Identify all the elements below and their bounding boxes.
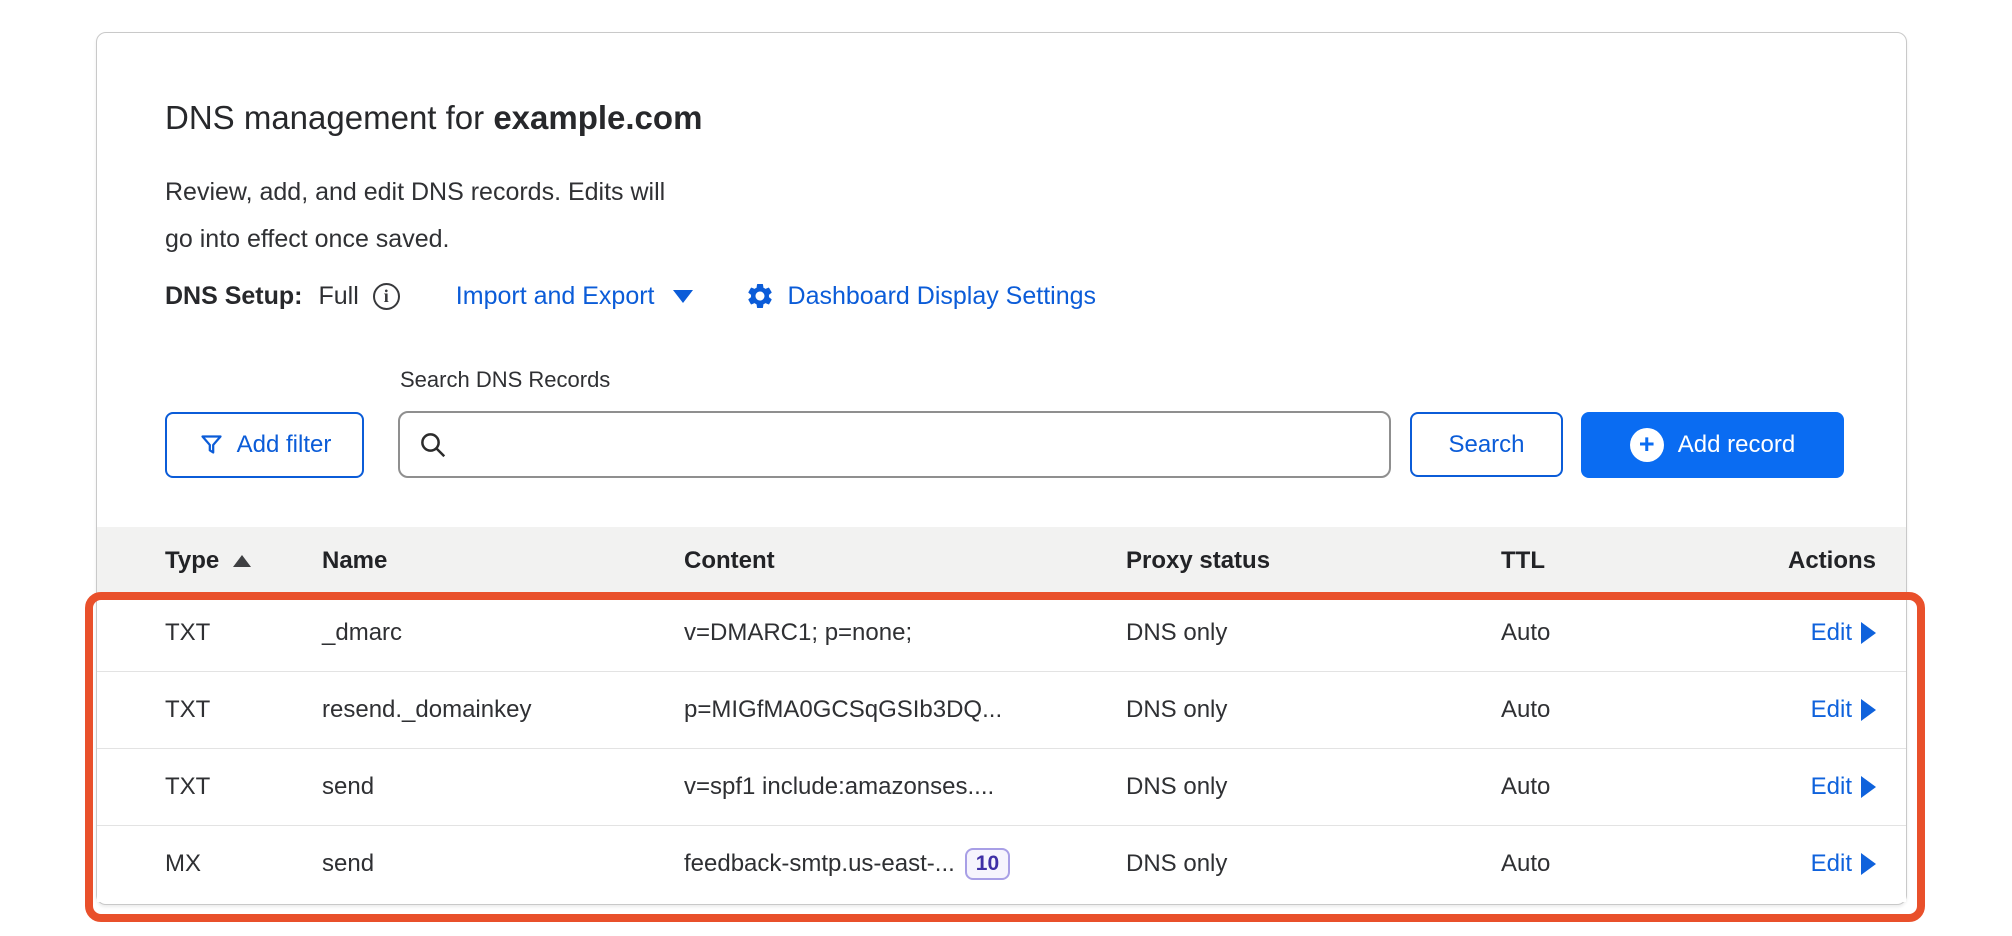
dashboard-display-settings-label: Dashboard Display Settings [788,282,1097,311]
import-export-label: Import and Export [456,282,655,311]
search-icon [418,430,448,460]
column-header-content: Content [684,547,1126,575]
search-button-label: Search [1448,431,1524,459]
cell-proxy: DNS only [1126,619,1501,647]
cell-proxy: DNS only [1126,696,1501,724]
add-filter-button[interactable]: Add filter [165,412,364,478]
search-dns-records-label: Search DNS Records [400,367,610,393]
search-input-container [398,411,1391,478]
dns-management-card: DNS management for example.com Review, a… [96,32,1907,905]
info-icon[interactable]: i [373,283,400,310]
cell-name: _dmarc [322,619,684,647]
column-header-ttl: TTL [1501,547,1651,575]
search-button[interactable]: Search [1410,412,1563,477]
subtitle-line-2: go into effect once saved. [165,216,665,263]
cell-name: resend._domainkey [322,696,684,724]
edit-record-link[interactable]: Edit [1811,696,1876,724]
mx-priority-badge: 10 [965,848,1010,880]
edit-label: Edit [1811,850,1852,878]
cell-content: v=spf1 include:amazonses.... [684,773,1126,801]
cell-ttl: Auto [1501,619,1651,647]
cell-ttl: Auto [1501,773,1651,801]
cell-ttl: Auto [1501,696,1651,724]
cell-name: send [322,773,684,801]
table-row: TXT send v=spf1 include:amazonses.... DN… [97,748,1906,825]
table-row: TXT resend._domainkey p=MIGfMA0GCSqGSIb3… [97,671,1906,748]
dashboard-display-settings-link[interactable]: Dashboard Display Settings [745,281,1097,311]
cell-proxy: DNS only [1126,850,1501,878]
chevron-right-icon [1861,699,1876,721]
dns-records-table: Type Name Content Proxy status TTL Actio… [97,527,1906,902]
sort-ascending-icon [233,555,251,567]
cell-name: send [322,850,684,878]
table-row: TXT _dmarc v=DMARC1; p=none; DNS only Au… [97,594,1906,671]
page-subtitle: Review, add, and edit DNS records. Edits… [165,169,665,263]
add-record-label: Add record [1678,431,1795,459]
cell-type: TXT [97,619,322,647]
plus-circle-icon: + [1630,428,1664,462]
filter-funnel-icon [198,432,225,459]
column-header-proxy: Proxy status [1126,547,1501,575]
add-filter-label: Add filter [237,431,332,459]
dns-setup-row: DNS Setup: Full i Import and Export Dash… [165,281,1096,311]
dns-setup-value: Full [319,282,359,311]
table-header-row: Type Name Content Proxy status TTL Actio… [97,527,1906,594]
cell-content: feedback-smtp.us-east-... 10 [684,848,1126,880]
cell-content: p=MIGfMA0GCSqGSIb3DQ... [684,696,1126,724]
edit-record-link[interactable]: Edit [1811,619,1876,647]
cell-content-text: feedback-smtp.us-east-... [684,850,955,878]
dns-setup-label: DNS Setup: [165,282,303,311]
import-export-link[interactable]: Import and Export [456,282,693,311]
page-title: DNS management for example.com [165,99,702,137]
cell-content: v=DMARC1; p=none; [684,619,1126,647]
column-header-type-label: Type [165,547,219,575]
column-header-type[interactable]: Type [97,547,322,575]
table-row: MX send feedback-smtp.us-east-... 10 DNS… [97,825,1906,902]
edit-record-link[interactable]: Edit [1811,850,1876,878]
chevron-right-icon [1861,853,1876,875]
edit-label: Edit [1811,696,1852,724]
gear-icon [745,281,775,311]
cell-type: TXT [97,773,322,801]
column-header-actions: Actions [1651,547,1906,575]
column-header-name: Name [322,547,684,575]
cell-type: MX [97,850,322,878]
edit-record-link[interactable]: Edit [1811,773,1876,801]
edit-label: Edit [1811,619,1852,647]
chevron-right-icon [1861,776,1876,798]
add-record-button[interactable]: + Add record [1581,412,1844,478]
cell-proxy: DNS only [1126,773,1501,801]
cell-type: TXT [97,696,322,724]
page-title-prefix: DNS management for [165,99,493,136]
chevron-down-icon [673,290,693,303]
chevron-right-icon [1861,622,1876,644]
edit-label: Edit [1811,773,1852,801]
search-input[interactable] [462,413,1371,476]
subtitle-line-1: Review, add, and edit DNS records. Edits… [165,169,665,216]
page-title-domain: example.com [493,99,702,136]
cell-ttl: Auto [1501,850,1651,878]
